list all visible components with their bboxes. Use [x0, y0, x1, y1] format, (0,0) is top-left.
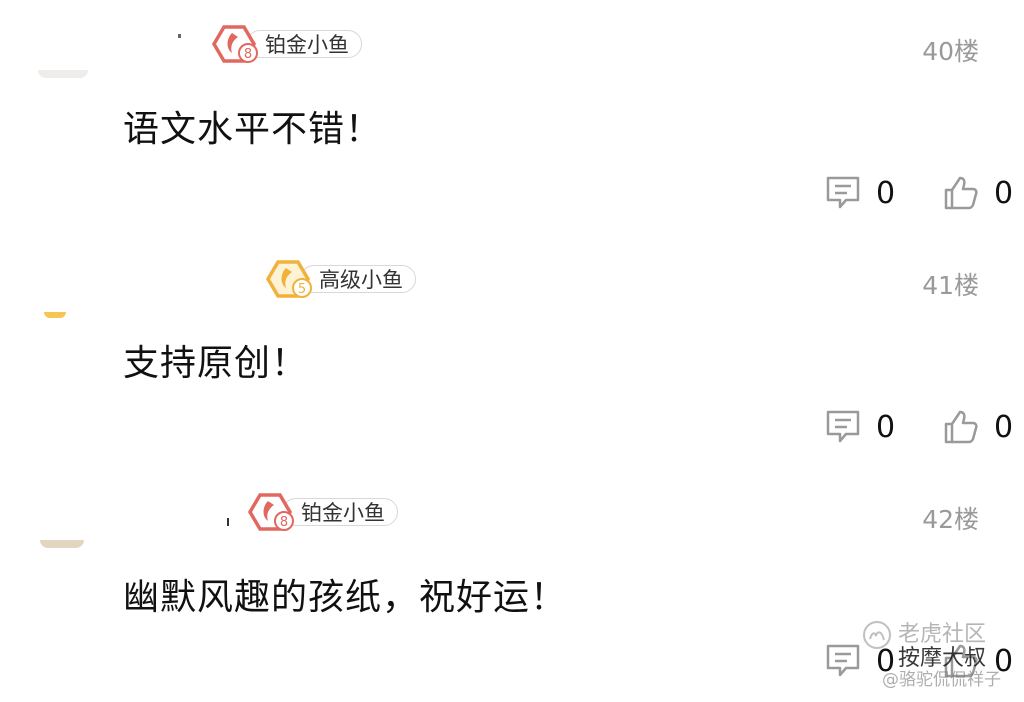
- thumbs-up-icon: [944, 644, 978, 678]
- reply-count: 0: [876, 409, 896, 445]
- comment-icon: [826, 410, 860, 443]
- like-button[interactable]: 0: [942, 408, 1013, 446]
- fish-hexagon-icon: 8: [211, 25, 258, 63]
- floor-number: 41楼: [922, 271, 979, 300]
- thumbs-up-icon: [944, 176, 978, 210]
- like-count: 0: [994, 409, 1014, 445]
- comment-icon: [826, 644, 860, 677]
- comment-item: 5 高级小鱼 41楼 支持原创！ 0 0: [0, 234, 1024, 468]
- comment-item: 8 铂金小鱼 40楼 语文水平不错！ 0 0: [0, 0, 1024, 234]
- like-button[interactable]: 0: [942, 642, 1013, 680]
- reply-button[interactable]: 0: [824, 408, 895, 446]
- comment-item: 8 铂金小鱼 42楼 幽默风趣的孩纸，祝好运！ 0 0: [0, 468, 1024, 702]
- comment-text: 语文水平不错！: [123, 109, 383, 150]
- avatar[interactable]: [40, 540, 84, 548]
- like-count: 0: [994, 175, 1014, 211]
- badge-level: 8: [280, 515, 288, 530]
- floor-number: 40楼: [922, 37, 979, 66]
- level-badge[interactable]: 5 高级小鱼: [264, 260, 416, 298]
- reply-button[interactable]: 0: [824, 642, 895, 680]
- avatar[interactable]: [38, 70, 88, 78]
- badge-level: 8: [244, 47, 252, 62]
- comment-text: 幽默风趣的孩纸，祝好运！: [123, 577, 568, 618]
- like-count: 0: [994, 643, 1014, 679]
- avatar[interactable]: [44, 312, 66, 318]
- floor-number: 42楼: [922, 505, 979, 534]
- comment-text: 支持原创！: [123, 343, 309, 384]
- badge-level: 5: [298, 282, 306, 297]
- comment-icon: [826, 176, 860, 209]
- reply-count: 0: [876, 175, 896, 211]
- fish-hexagon-icon: 5: [265, 260, 312, 298]
- badge-label: 铂金小鱼: [282, 498, 398, 526]
- level-badge[interactable]: 8 铂金小鱼: [210, 25, 362, 63]
- level-badge[interactable]: 8 铂金小鱼: [246, 493, 398, 531]
- like-button[interactable]: 0: [942, 174, 1013, 212]
- fish-hexagon-icon: 8: [247, 493, 294, 531]
- badge-label: 高级小鱼: [300, 265, 416, 293]
- badge-label: 铂金小鱼: [246, 30, 362, 58]
- username-fragment: [178, 34, 181, 38]
- reply-button[interactable]: 0: [824, 174, 895, 212]
- thumbs-up-icon: [944, 410, 978, 444]
- reply-count: 0: [876, 643, 896, 679]
- username-fragment: [227, 518, 229, 526]
